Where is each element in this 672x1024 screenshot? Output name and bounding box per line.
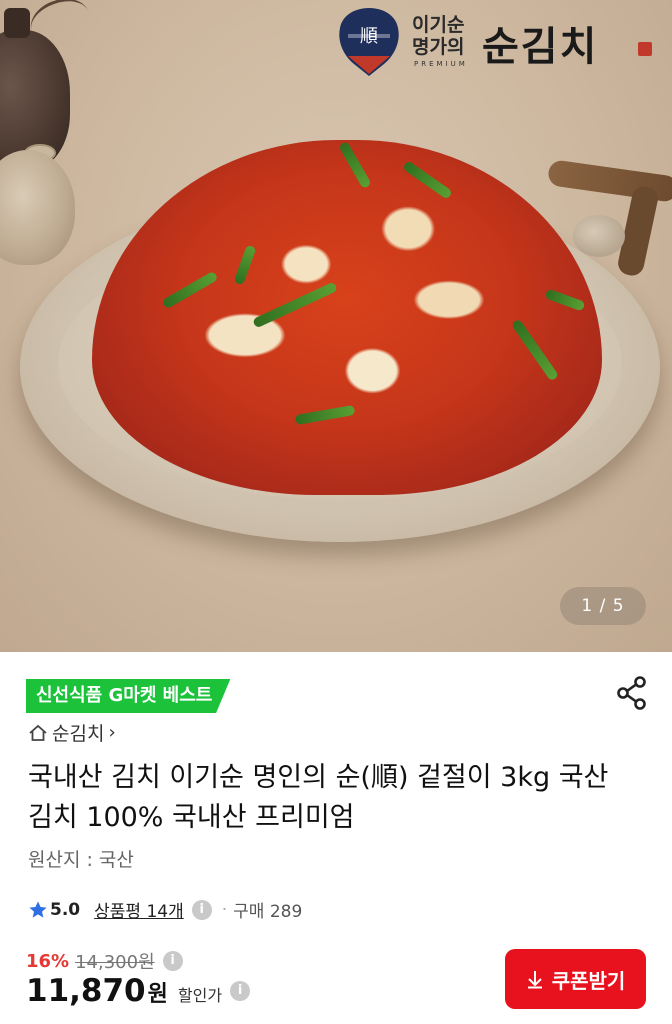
review-count-link[interactable]: 상품평 14개 (94, 897, 184, 922)
origin-info: 원산지 : 국산 (28, 849, 134, 871)
discount-rate: 16% (26, 950, 70, 972)
get-coupon-button[interactable]: 쿠폰받기 (505, 949, 646, 1009)
logo-seal-stamp (638, 42, 652, 56)
rating-row: 5.0 상품평 14개 i · 구매 289 (28, 897, 302, 922)
product-title: 국내산 김치 이기순 명인의 순(順) 겉절이 3kg 국산 김치 100% 국… (28, 762, 609, 833)
logo-brand-name: 순김치 (482, 23, 599, 70)
vase-neck-decor (4, 8, 30, 38)
star-icon (29, 901, 47, 918)
product-image-carousel[interactable]: 順 이기순 명가의 PREMIUM 순김치 1 / 5 (0, 0, 672, 652)
svg-text:順: 順 (360, 26, 378, 47)
pebble-decor (573, 215, 625, 257)
kimchi-pile (92, 140, 602, 495)
sale-price-row: 11,870 원 할인가 i (26, 973, 251, 1009)
logo-premium-text: PREMIUM (414, 60, 468, 68)
sale-info-icon[interactable]: i (230, 981, 251, 1001)
light-jar-decor (0, 150, 75, 265)
discount-row: 16% 14,300원 i (26, 948, 183, 974)
rating-score: 5.0 (50, 899, 81, 920)
brand-emblem-icon: 順 (339, 8, 399, 76)
image-pagination-indicator: 1 / 5 (560, 587, 646, 625)
separator-dot: · (221, 899, 228, 920)
sale-price-label: 할인가 (177, 986, 223, 1005)
original-price: 14,300원 (75, 952, 155, 973)
purchase-count: 구매 289 (233, 902, 303, 922)
logo-line-1: 이기순 (412, 14, 465, 36)
coupon-button-label: 쿠폰받기 (551, 970, 626, 993)
currency-unit: 원 (147, 982, 168, 1007)
best-seller-badge: 신선식품 G마켓 베스트 (26, 679, 231, 713)
download-arrow-icon (527, 971, 542, 989)
logo-subtitle: 이기순 명가의 (412, 14, 464, 58)
logo-line-2: 명가의 (412, 36, 465, 58)
price-info-icon[interactable]: i (162, 951, 183, 971)
sale-price: 11,870 (26, 973, 146, 1009)
brand-name: 순김치 (52, 723, 105, 745)
chevron-right-icon: › (108, 722, 116, 743)
info-icon[interactable]: i (191, 899, 212, 920)
home-icon (29, 724, 47, 741)
share-icon[interactable] (616, 676, 648, 710)
brand-store-link[interactable]: 순김치 › (28, 719, 116, 746)
